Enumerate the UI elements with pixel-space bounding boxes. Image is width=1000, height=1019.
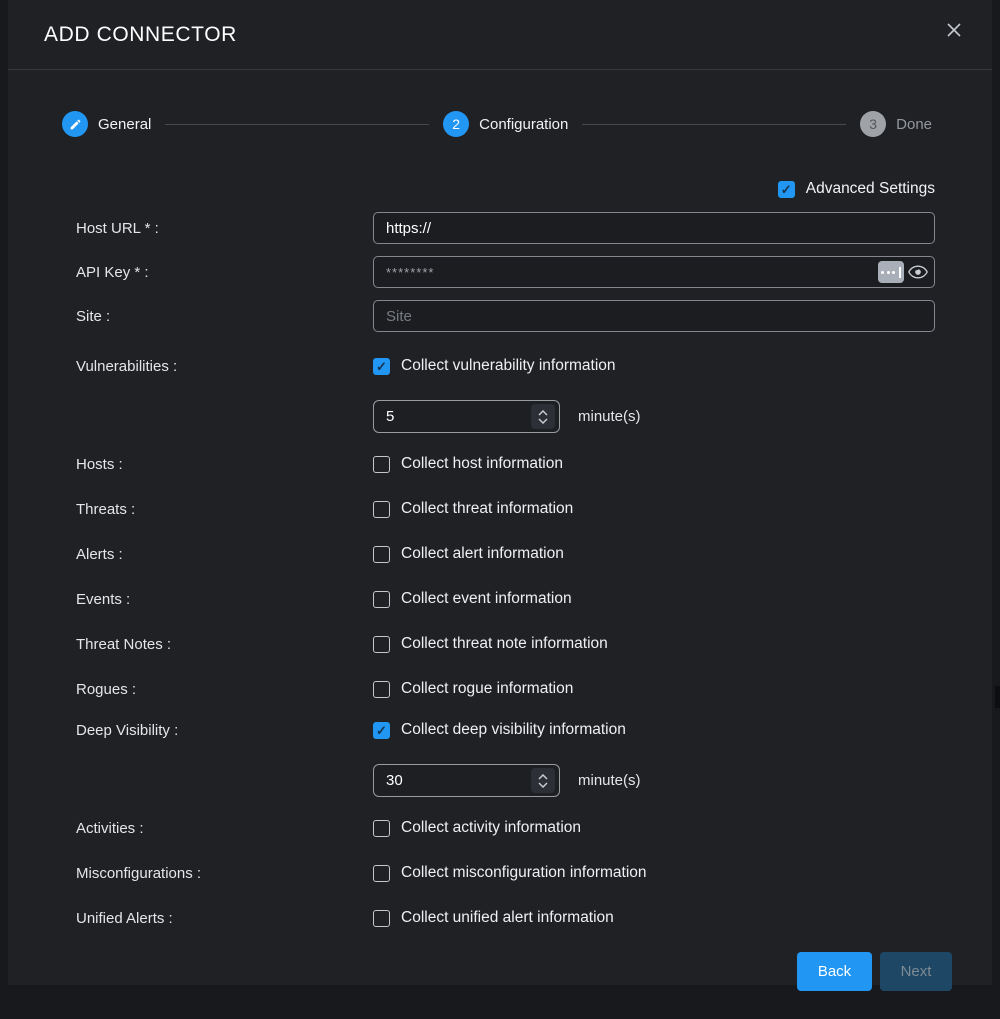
collect-threat-label: Collect threat information bbox=[401, 500, 573, 518]
step-done[interactable]: 3 Done bbox=[860, 111, 932, 137]
close-icon[interactable] bbox=[942, 18, 966, 42]
deep-visibility-interval-row: minute(s) bbox=[8, 764, 992, 797]
vulnerabilities-label: Vulnerabilities : bbox=[76, 358, 373, 375]
collect-threat-note-checkbox[interactable] bbox=[373, 636, 390, 653]
collect-deep-visibility-checkbox[interactable] bbox=[373, 722, 390, 739]
site-input[interactable] bbox=[373, 300, 935, 332]
events-row: Events : Collect event information bbox=[8, 588, 992, 610]
advanced-settings-checkbox[interactable] bbox=[778, 181, 795, 198]
scrollbar-thumb[interactable] bbox=[995, 686, 1000, 708]
step-2-badge: 2 bbox=[443, 111, 469, 137]
deep-visibility-interval-field bbox=[373, 764, 560, 797]
rogues-row: Rogues : Collect rogue information bbox=[8, 678, 992, 700]
pencil-icon bbox=[62, 111, 88, 137]
activities-row: Activities : Collect activity informatio… bbox=[8, 817, 992, 839]
threat-notes-label: Threat Notes : bbox=[76, 636, 373, 653]
step-3-badge: 3 bbox=[860, 111, 886, 137]
collect-threat-checkbox[interactable] bbox=[373, 501, 390, 518]
collect-unified-alert-label: Collect unified alert information bbox=[401, 909, 614, 927]
configuration-form: Host URL * : API Key * : bbox=[8, 212, 992, 929]
activities-label: Activities : bbox=[76, 820, 373, 837]
deep-visibility-label: Deep Visibility : bbox=[76, 722, 373, 739]
show-password-eye-icon[interactable] bbox=[907, 262, 929, 282]
collect-deep-visibility-label: Collect deep visibility information bbox=[401, 721, 626, 739]
vulnerability-interval-field bbox=[373, 400, 560, 433]
next-button[interactable]: Next bbox=[880, 952, 952, 991]
api-key-field-wrap bbox=[373, 256, 935, 288]
collect-threat-note-label: Collect threat note information bbox=[401, 635, 608, 653]
misconfigurations-row: Misconfigurations : Collect misconfigura… bbox=[8, 862, 992, 884]
collect-host-checkbox[interactable] bbox=[373, 456, 390, 473]
threats-label: Threats : bbox=[76, 501, 373, 518]
step-configuration[interactable]: 2 Configuration bbox=[443, 111, 568, 137]
collect-event-label: Collect event information bbox=[401, 590, 572, 608]
vulnerability-interval-unit: minute(s) bbox=[578, 408, 641, 425]
dialog-title: ADD CONNECTOR bbox=[44, 23, 237, 47]
api-key-row: API Key * : bbox=[8, 256, 992, 288]
stepper-connector bbox=[582, 124, 846, 125]
unified-alerts-label: Unified Alerts : bbox=[76, 910, 373, 927]
threats-row: Threats : Collect threat information bbox=[8, 498, 992, 520]
collect-misconfiguration-label: Collect misconfiguration information bbox=[401, 864, 647, 882]
collect-misconfiguration-checkbox[interactable] bbox=[373, 865, 390, 882]
unified-alerts-row: Unified Alerts : Collect unified alert i… bbox=[8, 907, 992, 929]
add-connector-dialog: ADD CONNECTOR General 2 Configuration 3 bbox=[8, 0, 992, 985]
host-url-label: Host URL * : bbox=[76, 220, 373, 237]
deep-visibility-row: Deep Visibility : Collect deep visibilit… bbox=[8, 719, 992, 741]
step-configuration-label: Configuration bbox=[479, 116, 568, 133]
alerts-label: Alerts : bbox=[76, 546, 373, 563]
stepper-connector bbox=[165, 124, 429, 125]
number-stepper-icon[interactable] bbox=[531, 404, 555, 429]
api-key-label: API Key * : bbox=[76, 264, 373, 281]
host-url-input[interactable] bbox=[373, 212, 935, 244]
number-stepper-icon[interactable] bbox=[531, 768, 555, 793]
deep-visibility-interval-unit: minute(s) bbox=[578, 772, 641, 789]
dialog-header: ADD CONNECTOR bbox=[8, 0, 992, 70]
host-url-row: Host URL * : bbox=[8, 212, 992, 244]
collect-rogue-checkbox[interactable] bbox=[373, 681, 390, 698]
collect-vulnerability-checkbox[interactable] bbox=[373, 358, 390, 375]
collect-unified-alert-checkbox[interactable] bbox=[373, 910, 390, 927]
back-button[interactable]: Back bbox=[797, 952, 872, 991]
advanced-settings-label: Advanced Settings bbox=[806, 180, 935, 198]
collect-alert-label: Collect alert information bbox=[401, 545, 564, 563]
threat-notes-row: Threat Notes : Collect threat note infor… bbox=[8, 633, 992, 655]
collect-event-checkbox[interactable] bbox=[373, 591, 390, 608]
misconfigurations-label: Misconfigurations : bbox=[76, 865, 373, 882]
advanced-settings-row: Advanced Settings bbox=[8, 178, 935, 200]
collect-activity-checkbox[interactable] bbox=[373, 820, 390, 837]
site-label: Site : bbox=[76, 308, 373, 325]
site-row: Site : bbox=[8, 300, 992, 332]
collect-rogue-label: Collect rogue information bbox=[401, 680, 573, 698]
collect-activity-label: Collect activity information bbox=[401, 819, 581, 837]
vulnerability-interval-row: minute(s) bbox=[8, 400, 992, 433]
dialog-footer: Back Next bbox=[8, 952, 952, 991]
events-label: Events : bbox=[76, 591, 373, 608]
step-general[interactable]: General bbox=[62, 111, 151, 137]
rogues-label: Rogues : bbox=[76, 681, 373, 698]
collect-vulnerability-label: Collect vulnerability information bbox=[401, 357, 616, 375]
alerts-row: Alerts : Collect alert information bbox=[8, 543, 992, 565]
hosts-label: Hosts : bbox=[76, 456, 373, 473]
collect-alert-checkbox[interactable] bbox=[373, 546, 390, 563]
vulnerabilities-row: Vulnerabilities : Collect vulnerability … bbox=[8, 355, 992, 377]
autofill-dots-icon[interactable] bbox=[878, 261, 904, 283]
api-key-input[interactable] bbox=[373, 256, 935, 288]
collect-host-label: Collect host information bbox=[401, 455, 563, 473]
step-done-label: Done bbox=[896, 116, 932, 133]
hosts-row: Hosts : Collect host information bbox=[8, 453, 992, 475]
wizard-stepper: General 2 Configuration 3 Done bbox=[62, 111, 932, 137]
step-general-label: General bbox=[98, 116, 151, 133]
